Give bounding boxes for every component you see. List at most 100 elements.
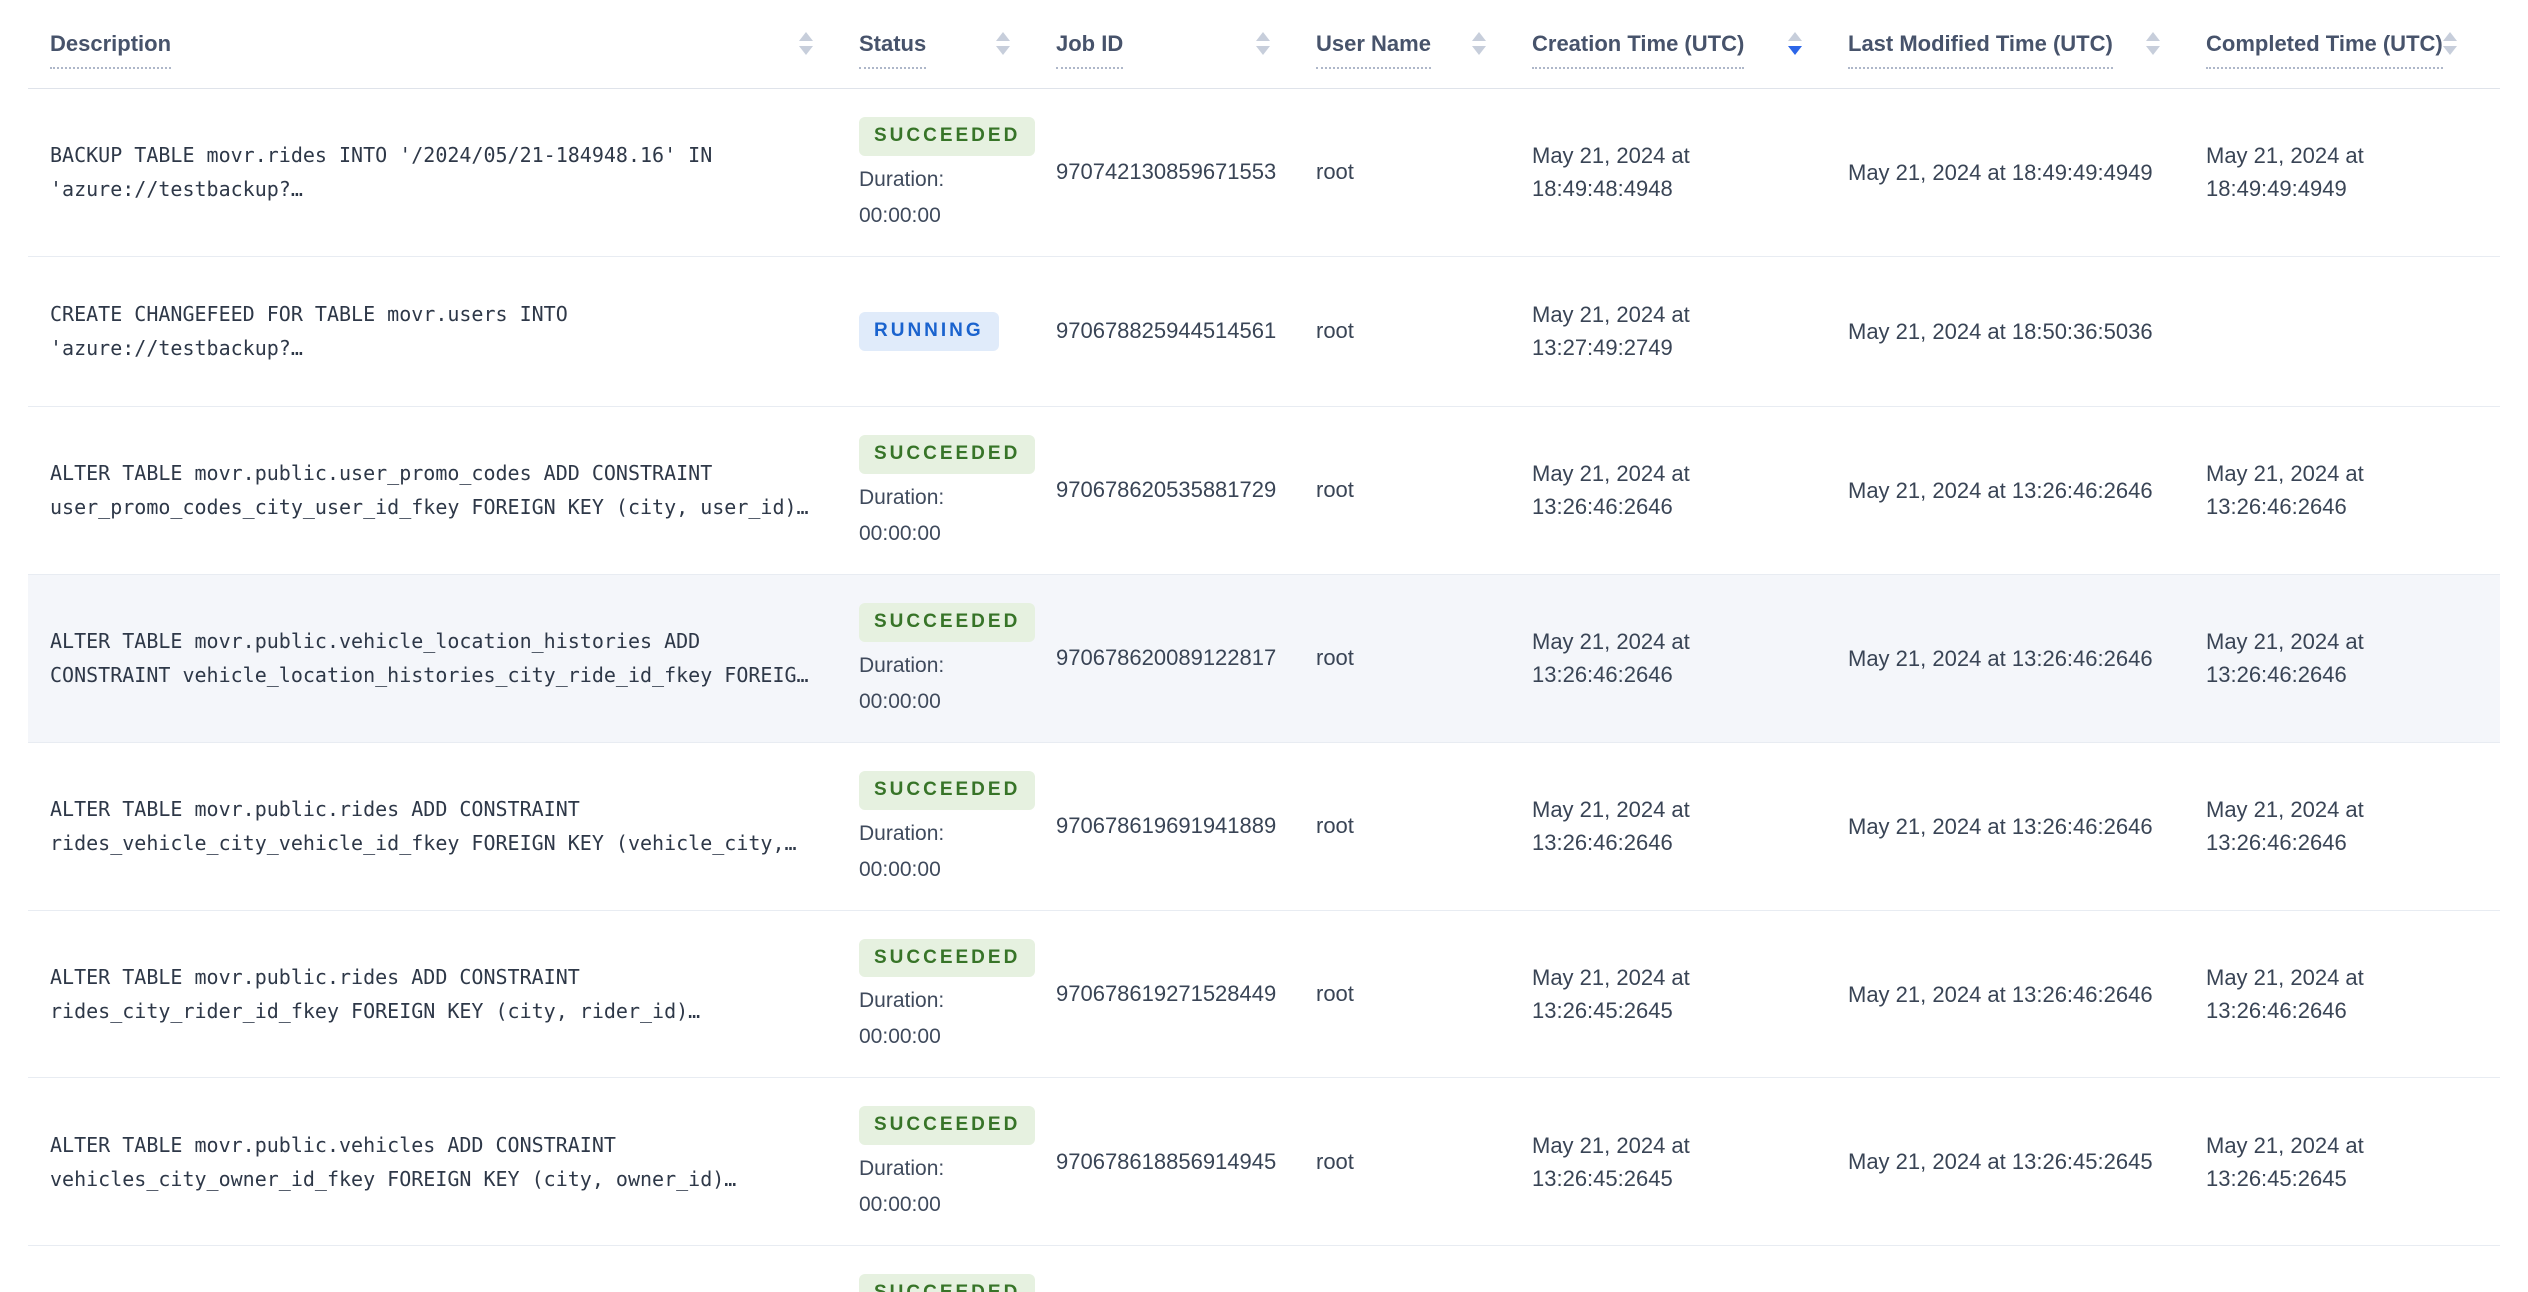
job-description-link[interactable]: ALTER TABLE movr.public.rides ADD CONSTR… xyxy=(50,792,826,860)
duration-label: Duration: xyxy=(859,1157,945,1181)
last-modified-time: May 21, 2024 at 13:26:46:2646 xyxy=(1848,645,2153,671)
sort-icon[interactable] xyxy=(1788,32,1802,56)
completed-time-cell: May 21, 2024 at 13:26:46:2646 xyxy=(2206,961,2500,1027)
job-description-link[interactable]: ALTER TABLE movr.public.vehicle_location… xyxy=(50,624,826,692)
sort-icon[interactable] xyxy=(1472,32,1486,56)
sort-icon[interactable] xyxy=(799,32,813,56)
job-status-cell: RUNNING xyxy=(859,311,1056,351)
duration-label: Duration: xyxy=(859,653,945,677)
column-header-completed-time[interactable]: Completed Time (UTC) xyxy=(2206,31,2503,70)
table-body: BACKUP TABLE movr.rides INTO '/2024/05/2… xyxy=(28,89,2500,1292)
completed-time: May 21, 2024 at 13:26:46:2646 xyxy=(2206,461,2364,520)
status-badge: SUCCEEDED xyxy=(859,117,1036,156)
job-status-cell: SUCCEEDED Duration: 00:00:00 xyxy=(859,938,1056,1050)
creation-time-cell: May 21, 2024 at 18:49:48:4948 xyxy=(1532,139,1848,205)
column-header-status[interactable]: Status xyxy=(859,31,1056,70)
job-description-cell: ALTER TABLE movr.public.rides ADD CONSTR… xyxy=(28,792,859,860)
column-label-last-modified-time[interactable]: Last Modified Time (UTC) xyxy=(1848,31,2113,70)
column-header-creation-time[interactable]: Creation Time (UTC) xyxy=(1532,31,1848,70)
job-status-cell: SUCCEEDED Duration: 00:00:00 xyxy=(859,1106,1056,1217)
column-label-user-name[interactable]: User Name xyxy=(1316,31,1431,70)
creation-time-cell: May 21, 2024 at 13:26:46:2646 xyxy=(1532,457,1848,523)
last-modified-time: May 21, 2024 at 18:50:36:5036 xyxy=(1848,318,2153,344)
completed-time-cell: May 21, 2024 at 13:26:45:2645 xyxy=(2206,1129,2500,1195)
creation-time: May 21, 2024 at 18:49:48:4948 xyxy=(1532,143,1690,202)
column-label-status[interactable]: Status xyxy=(859,31,927,70)
job-description-cell: ALTER TABLE movr.public.rides ADD CONSTR… xyxy=(28,960,859,1028)
column-header-job-id[interactable]: Job ID xyxy=(1056,31,1316,70)
completed-time-cell: May 21, 2024 at 13:26:46:2646 xyxy=(2206,625,2500,691)
job-status-cell: SUCCEEDED Duration: 00:00:00 xyxy=(859,117,1056,228)
job-status-cell: SUCCEEDED Duration: 00:00:00 xyxy=(859,602,1056,714)
status-badge: SUCCEEDED xyxy=(859,770,1036,810)
job-description-cell: ALTER TABLE movr.public.user_promo_codes… xyxy=(28,456,859,524)
job-id: 970678619691941889 xyxy=(1056,813,1277,839)
status-badge: SUCCEEDED xyxy=(859,1274,1036,1292)
user-name: root xyxy=(1316,645,1354,671)
job-id: 970678619271528449 xyxy=(1056,981,1277,1006)
creation-time: May 21, 2024 at 13:26:46:2646 xyxy=(1532,461,1690,520)
column-label-description[interactable]: Description xyxy=(50,31,172,70)
user-name: root xyxy=(1316,1148,1354,1174)
job-id: 970678825944514561 xyxy=(1056,318,1277,344)
last-modified-time: May 21, 2024 at 13:26:46:2646 xyxy=(1848,477,2153,503)
job-description-link[interactable]: CREATE CHANGEFEED FOR TABLE movr.users I… xyxy=(50,297,826,365)
duration-value: 00:00:00 xyxy=(859,1193,941,1217)
completed-time: May 21, 2024 at 13:26:45:2645 xyxy=(2206,1132,2364,1191)
sort-icon[interactable] xyxy=(2442,32,2457,56)
table-row: IMPORT INTO movr.public.rides CSV DATA (… xyxy=(28,1246,2500,1292)
job-description-link[interactable]: ALTER TABLE movr.public.vehicles ADD CON… xyxy=(50,1128,826,1196)
user-name: root xyxy=(1316,318,1354,344)
table-row: ALTER TABLE movr.public.user_promo_codes… xyxy=(28,407,2500,575)
job-id: 970678618856914945 xyxy=(1056,1148,1277,1174)
user-name: root xyxy=(1316,981,1354,1006)
table-row: ALTER TABLE movr.public.vehicles ADD CON… xyxy=(28,1078,2500,1247)
creation-time-cell: May 21, 2024 at 13:26:45:2645 xyxy=(1532,961,1848,1027)
status-badge: SUCCEEDED xyxy=(859,602,1036,642)
last-modified-time: May 21, 2024 at 13:26:45:2645 xyxy=(1848,1149,2153,1175)
duration-label: Duration: xyxy=(859,821,945,845)
job-status-cell: SUCCEEDED Duration: 00:00:00 xyxy=(859,434,1056,546)
sort-icon[interactable] xyxy=(1256,32,1270,56)
creation-time-cell: May 21, 2024 at 13:27:49:2749 xyxy=(1532,298,1848,364)
user-name: root xyxy=(1316,159,1354,185)
job-description-link[interactable]: ALTER TABLE movr.public.rides ADD CONSTR… xyxy=(50,960,826,1028)
column-label-creation-time[interactable]: Creation Time (UTC) xyxy=(1532,31,1745,70)
status-badge: RUNNING xyxy=(859,311,999,351)
duration-label: Duration: xyxy=(859,485,945,509)
duration-value: 00:00:00 xyxy=(859,521,941,545)
table-row: BACKUP TABLE movr.rides INTO '/2024/05/2… xyxy=(28,89,2500,257)
column-header-description[interactable]: Description xyxy=(28,31,859,70)
completed-time: May 21, 2024 at 13:26:46:2646 xyxy=(2206,629,2364,688)
last-modified-time: May 21, 2024 at 18:49:49:4949 xyxy=(1848,159,2153,185)
column-label-job-id[interactable]: Job ID xyxy=(1056,31,1124,70)
status-badge: SUCCEEDED xyxy=(859,938,1036,978)
column-header-user-name[interactable]: User Name xyxy=(1316,31,1532,70)
table-row: ALTER TABLE movr.public.vehicle_location… xyxy=(28,574,2500,743)
creation-time-cell: May 21, 2024 at 13:26:45:2645 xyxy=(1532,1129,1848,1195)
job-status-cell: SUCCEEDED Duration: 00:00:00 xyxy=(859,770,1056,882)
table-row: ALTER TABLE movr.public.rides ADD CONSTR… xyxy=(28,911,2500,1079)
column-header-last-modified-time[interactable]: Last Modified Time (UTC) xyxy=(1848,31,2206,70)
sort-icon[interactable] xyxy=(996,32,1010,56)
completed-time-cell xyxy=(2206,315,2500,348)
completed-time-cell: May 21, 2024 at 13:26:46:2646 xyxy=(2206,793,2500,859)
duration-value: 00:00:00 xyxy=(859,689,941,713)
completed-time-cell: May 21, 2024 at 18:49:49:4949 xyxy=(2206,139,2500,205)
last-modified-time: May 21, 2024 at 13:26:46:2646 xyxy=(1848,981,2153,1007)
completed-time: May 21, 2024 at 13:26:46:2646 xyxy=(2206,965,2364,1023)
last-modified-time: May 21, 2024 at 13:26:46:2646 xyxy=(1848,813,2153,839)
creation-time: May 21, 2024 at 13:26:46:2646 xyxy=(1532,629,1690,688)
sort-icon[interactable] xyxy=(2146,32,2160,56)
creation-time: May 21, 2024 at 13:26:46:2646 xyxy=(1532,797,1690,856)
status-badge: SUCCEEDED xyxy=(859,434,1036,474)
job-description-link[interactable]: ALTER TABLE movr.public.user_promo_codes… xyxy=(50,456,826,524)
job-status-cell: SUCCEEDED Duration: 00:00:00 xyxy=(859,1274,1056,1292)
column-label-completed-time[interactable]: Completed Time (UTC) xyxy=(2206,31,2443,70)
duration-label: Duration: xyxy=(859,167,945,191)
creation-time: May 21, 2024 at 13:26:45:2645 xyxy=(1532,965,1690,1023)
creation-time-cell: May 21, 2024 at 13:26:46:2646 xyxy=(1532,793,1848,859)
job-description-link[interactable]: BACKUP TABLE movr.rides INTO '/2024/05/2… xyxy=(50,138,826,206)
job-description-cell: ALTER TABLE movr.public.vehicle_location… xyxy=(28,624,859,692)
completed-time: May 21, 2024 at 18:49:49:4949 xyxy=(2206,143,2364,202)
